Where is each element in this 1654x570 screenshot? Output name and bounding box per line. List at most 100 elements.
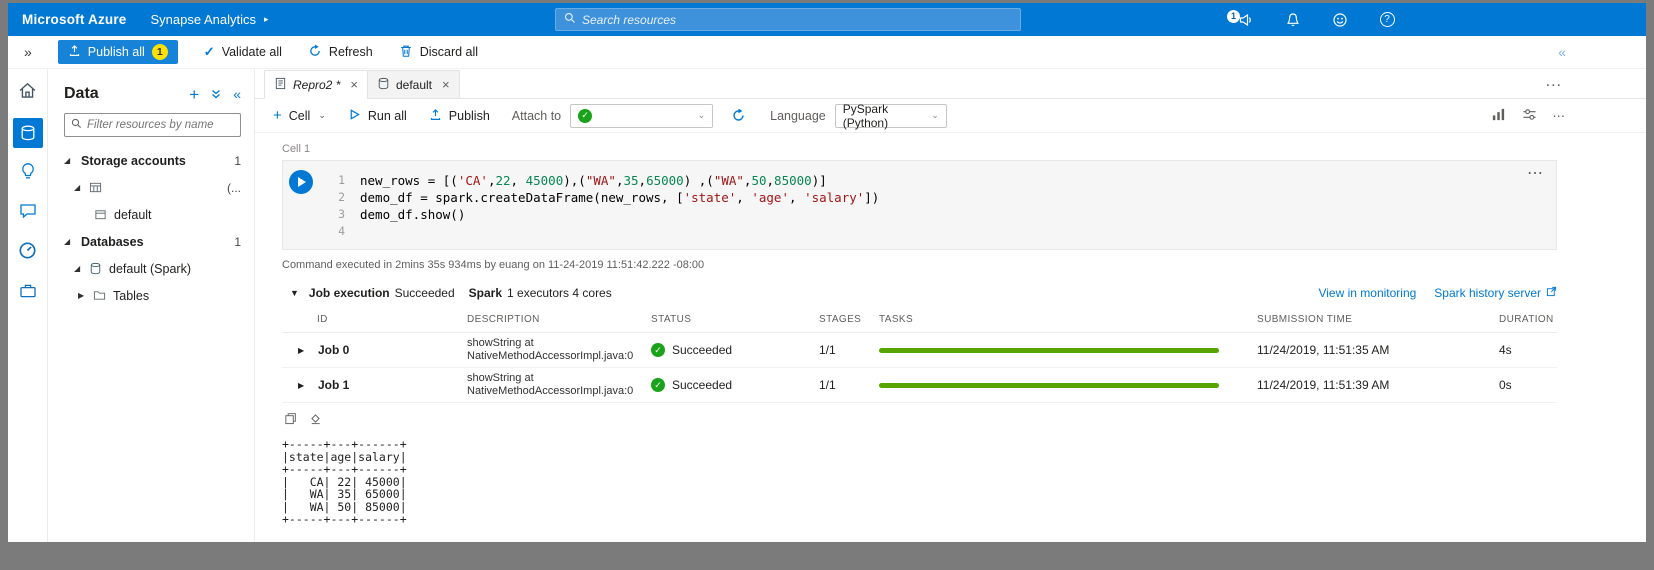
trash-icon: [399, 44, 413, 61]
tab-default[interactable]: default ×: [367, 70, 460, 99]
outline-chart-icon[interactable]: [1491, 107, 1506, 125]
tree-item-database-default-spark[interactable]: ◢ default (Spark): [48, 255, 254, 282]
code-lines[interactable]: 1new_rows = [('CA',22, 45000),("WA",35,6…: [283, 172, 1556, 240]
code-line[interactable]: 2demo_df = spark.createDataFrame(new_row…: [283, 189, 1556, 206]
tree-label: default: [114, 208, 152, 222]
search-input[interactable]: [582, 13, 1012, 27]
succeeded-icon: ✓: [651, 343, 665, 357]
line-number: 4: [283, 223, 345, 240]
add-resource-icon[interactable]: +: [189, 86, 199, 103]
code-line[interactable]: 3demo_df.show(): [283, 206, 1556, 223]
configure-sliders-icon[interactable]: [1522, 107, 1537, 125]
nav-data[interactable]: [8, 113, 48, 153]
notebook-area: Repro2 * × default × ... + Cell ⌄: [255, 69, 1646, 542]
tree-item-storage-accounts[interactable]: ◢ Storage accounts 1: [48, 147, 254, 174]
collapse-panel-icon[interactable]: «: [233, 86, 241, 102]
add-cell-button[interactable]: + Cell ⌄: [273, 108, 326, 123]
discard-all-button[interactable]: Discard all: [399, 44, 478, 61]
nav-monitor[interactable]: [8, 233, 48, 273]
publish-notebook-button[interactable]: Publish: [429, 108, 490, 124]
expanded-icon[interactable]: ◢: [74, 264, 85, 273]
succeeded-icon: ✓: [651, 378, 665, 392]
data-icon: [13, 118, 43, 148]
code-text[interactable]: demo_df.show(): [360, 206, 465, 223]
expand-job-icon[interactable]: ▶: [298, 381, 309, 390]
run-cell-button[interactable]: [289, 170, 313, 194]
tree-item-storage-container-default[interactable]: default: [48, 201, 254, 228]
code-text[interactable]: [360, 223, 368, 240]
job-rows: ▶Job 0showString atNativeMethodAccessorI…: [282, 333, 1557, 403]
expanded-icon[interactable]: ◢: [74, 183, 85, 192]
expand-job-icon[interactable]: ▶: [298, 346, 309, 355]
collapse-properties-icon[interactable]: «: [1558, 44, 1566, 60]
tab-notebook-repro2[interactable]: Repro2 * ×: [264, 70, 368, 99]
home-icon: [18, 81, 37, 105]
publish-all-button[interactable]: Publish all 1: [58, 40, 178, 64]
run-all-button[interactable]: Run all: [348, 108, 407, 124]
code-cell[interactable]: ⋯ 1new_rows = [('CA',22, 45000),("WA",35…: [282, 160, 1557, 250]
job-row[interactable]: ▶Job 1showString atNativeMethodAccessorI…: [282, 368, 1557, 403]
more-tabs-icon[interactable]: ...: [1546, 73, 1562, 91]
copy-output-icon[interactable]: [284, 412, 297, 425]
tree-label: Databases: [81, 235, 144, 249]
search-box[interactable]: [555, 8, 1021, 31]
nav-integrate[interactable]: [8, 193, 48, 233]
code-text[interactable]: new_rows = [('CA',22, 45000),("WA",35,65…: [360, 172, 827, 189]
more-options-icon[interactable]: ⋯: [1553, 108, 1567, 123]
breadcrumb[interactable]: Synapse Analytics ▸: [151, 12, 269, 27]
job-row[interactable]: ▶Job 0showString atNativeMethodAccessorI…: [282, 333, 1557, 368]
code-text[interactable]: demo_df = spark.createDataFrame(new_rows…: [360, 189, 879, 206]
expanded-icon[interactable]: ◢: [64, 237, 75, 246]
output-actions: [284, 412, 1557, 425]
help-icon[interactable]: ?: [1377, 10, 1397, 30]
close-tab-icon[interactable]: ×: [442, 77, 450, 92]
nav-develop[interactable]: [8, 153, 48, 193]
feedback-smiley-icon[interactable]: [1330, 10, 1350, 30]
refresh-session-icon[interactable]: [731, 108, 746, 123]
filter-input[interactable]: [87, 119, 234, 131]
nav-manage[interactable]: [8, 273, 48, 313]
code-line[interactable]: 1new_rows = [('CA',22, 45000),("WA",35,6…: [283, 172, 1556, 189]
spark-history-label: Spark history server: [1434, 286, 1541, 300]
tree-item-databases[interactable]: ◢ Databases 1: [48, 228, 254, 255]
resource-tree: ◢ Storage accounts 1 ◢ (... default: [48, 147, 254, 309]
refresh-button[interactable]: Refresh: [308, 44, 373, 61]
close-tab-icon[interactable]: ×: [350, 77, 358, 92]
spark-history-server-link[interactable]: Spark history server: [1434, 286, 1557, 300]
tree-item-storage-account[interactable]: ◢ (...: [48, 174, 254, 201]
filter-box[interactable]: [64, 113, 241, 137]
clear-output-icon[interactable]: [309, 412, 322, 425]
breadcrumb-label: Synapse Analytics: [151, 12, 257, 27]
col-stages: STAGES: [819, 314, 879, 325]
collapse-all-icon[interactable]: [210, 88, 222, 100]
attach-to-select[interactable]: ✓ ⌄: [570, 104, 713, 128]
job-submission-time: 11/24/2019, 11:51:35 AM: [1257, 343, 1499, 357]
job-execution-status: Succeeded: [395, 286, 455, 300]
tab-label: default: [396, 78, 432, 92]
validate-all-button[interactable]: ✓ Validate all: [204, 44, 282, 60]
external-link-icon: [1546, 286, 1557, 300]
view-in-monitoring-link[interactable]: View in monitoring: [1318, 286, 1416, 300]
language-select[interactable]: PySpark (Python) ⌄: [835, 104, 947, 128]
notifications-icon[interactable]: 1: [1236, 10, 1256, 30]
alerts-bell-icon[interactable]: [1283, 10, 1303, 30]
job-id: Job 0: [318, 343, 349, 357]
expand-nav-icon[interactable]: »: [24, 44, 32, 60]
attach-to-label: Attach to: [512, 109, 561, 123]
collapsed-icon[interactable]: ▶: [78, 291, 89, 300]
tree-item-tables[interactable]: ▶ Tables: [48, 282, 254, 309]
add-cell-label: Cell: [289, 109, 311, 123]
azure-brand[interactable]: Microsoft Azure: [22, 12, 127, 27]
spark-detail: 1 executors 4 cores: [507, 286, 612, 300]
nav-home[interactable]: [8, 73, 48, 113]
code-line[interactable]: 4: [283, 223, 1556, 240]
publish-icon: [429, 108, 442, 124]
integrate-icon: [19, 202, 37, 225]
synapse-app: Microsoft Azure Synapse Analytics ▸ 1: [8, 3, 1646, 542]
col-tasks: TASKS: [879, 314, 1257, 325]
collapse-output-icon[interactable]: ▼: [290, 288, 299, 298]
run-all-label: Run all: [368, 109, 407, 123]
cell-more-icon[interactable]: ⋯: [1527, 163, 1544, 183]
item-count: 1: [234, 154, 241, 168]
expanded-icon[interactable]: ◢: [64, 156, 75, 165]
